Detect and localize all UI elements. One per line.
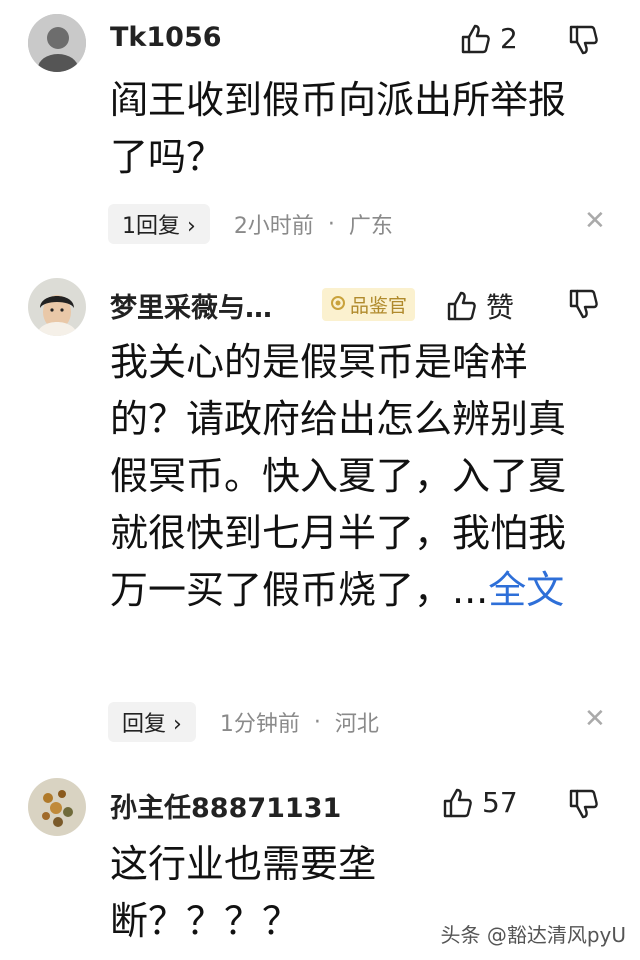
reply-label: 回复 [122,712,167,737]
like-button[interactable]: 2 [460,22,518,55]
thumbs-up-icon [460,23,492,55]
comment-time: 2小时前 [233,214,314,239]
comment-text: 我关心的是假冥币是啥样的？请政府给出怎么辨别真假冥币。快入夏了，入了夏就很快到七… [110,334,580,619]
close-icon[interactable]: ✕ [584,704,606,734]
thumbs-up-icon [442,787,474,819]
comment-text: 这行业也需要垄断？？？？ [110,842,377,943]
like-count: 57 [482,786,518,819]
dislike-button[interactable] [568,288,600,320]
reply-button[interactable]: 1回复 › [108,204,210,244]
medal-icon [330,294,346,316]
reply-button[interactable]: 回复 › [108,702,196,742]
separator: · [313,709,321,735]
like-label: 赞 [486,291,515,324]
comment-location: 广东 [348,214,393,239]
comment-time: 1分钟前 [219,712,300,737]
chevron-right-icon: › [187,214,196,239]
comment-item: 梦里采薇与… 品鉴官 赞 我关心的是假冥币是啥样的？请政府给出怎么辨别真假冥币。… [0,268,640,758]
like-button[interactable]: 57 [442,786,518,819]
comment-meta: 回复 › 1分钟前 · 河北 [108,702,379,742]
thumbs-down-icon [568,288,600,320]
dislike-button[interactable] [568,24,600,56]
full-text-link[interactable]: 全文 [488,568,564,612]
avatar[interactable] [28,278,86,336]
reply-label: 1回复 [122,214,180,239]
like-button[interactable]: 赞 [446,286,514,326]
close-icon[interactable]: ✕ [584,206,606,236]
separator: · [327,211,335,237]
avatar[interactable] [28,14,86,72]
username[interactable]: 梦里采薇与… [110,286,272,325]
comment-item: Tk1056 2 阎王收到假币向派出所举报了吗？ 1回复 › 2小时前 · 广东… [0,0,640,255]
comment-text: 阎王收到假币向派出所举报了吗？ [110,78,567,179]
thumbs-down-icon [568,24,600,56]
avatar[interactable] [28,778,86,836]
thumbs-up-icon [446,290,478,322]
watermark: 头条 @豁达清风pyU [440,923,626,947]
chevron-right-icon: › [173,712,182,737]
username[interactable]: Tk1056 [110,22,222,53]
username[interactable]: 孙主任88871131 [110,786,341,825]
comment-meta: 1回复 › 2小时前 · 广东 [108,204,393,244]
like-count: 2 [500,22,518,55]
badge-label: 品鉴官 [350,295,408,317]
dislike-button[interactable] [568,788,600,820]
thumbs-down-icon [568,788,600,820]
comment-location: 河北 [334,712,379,737]
status-badge: 品鉴官 [322,288,416,321]
